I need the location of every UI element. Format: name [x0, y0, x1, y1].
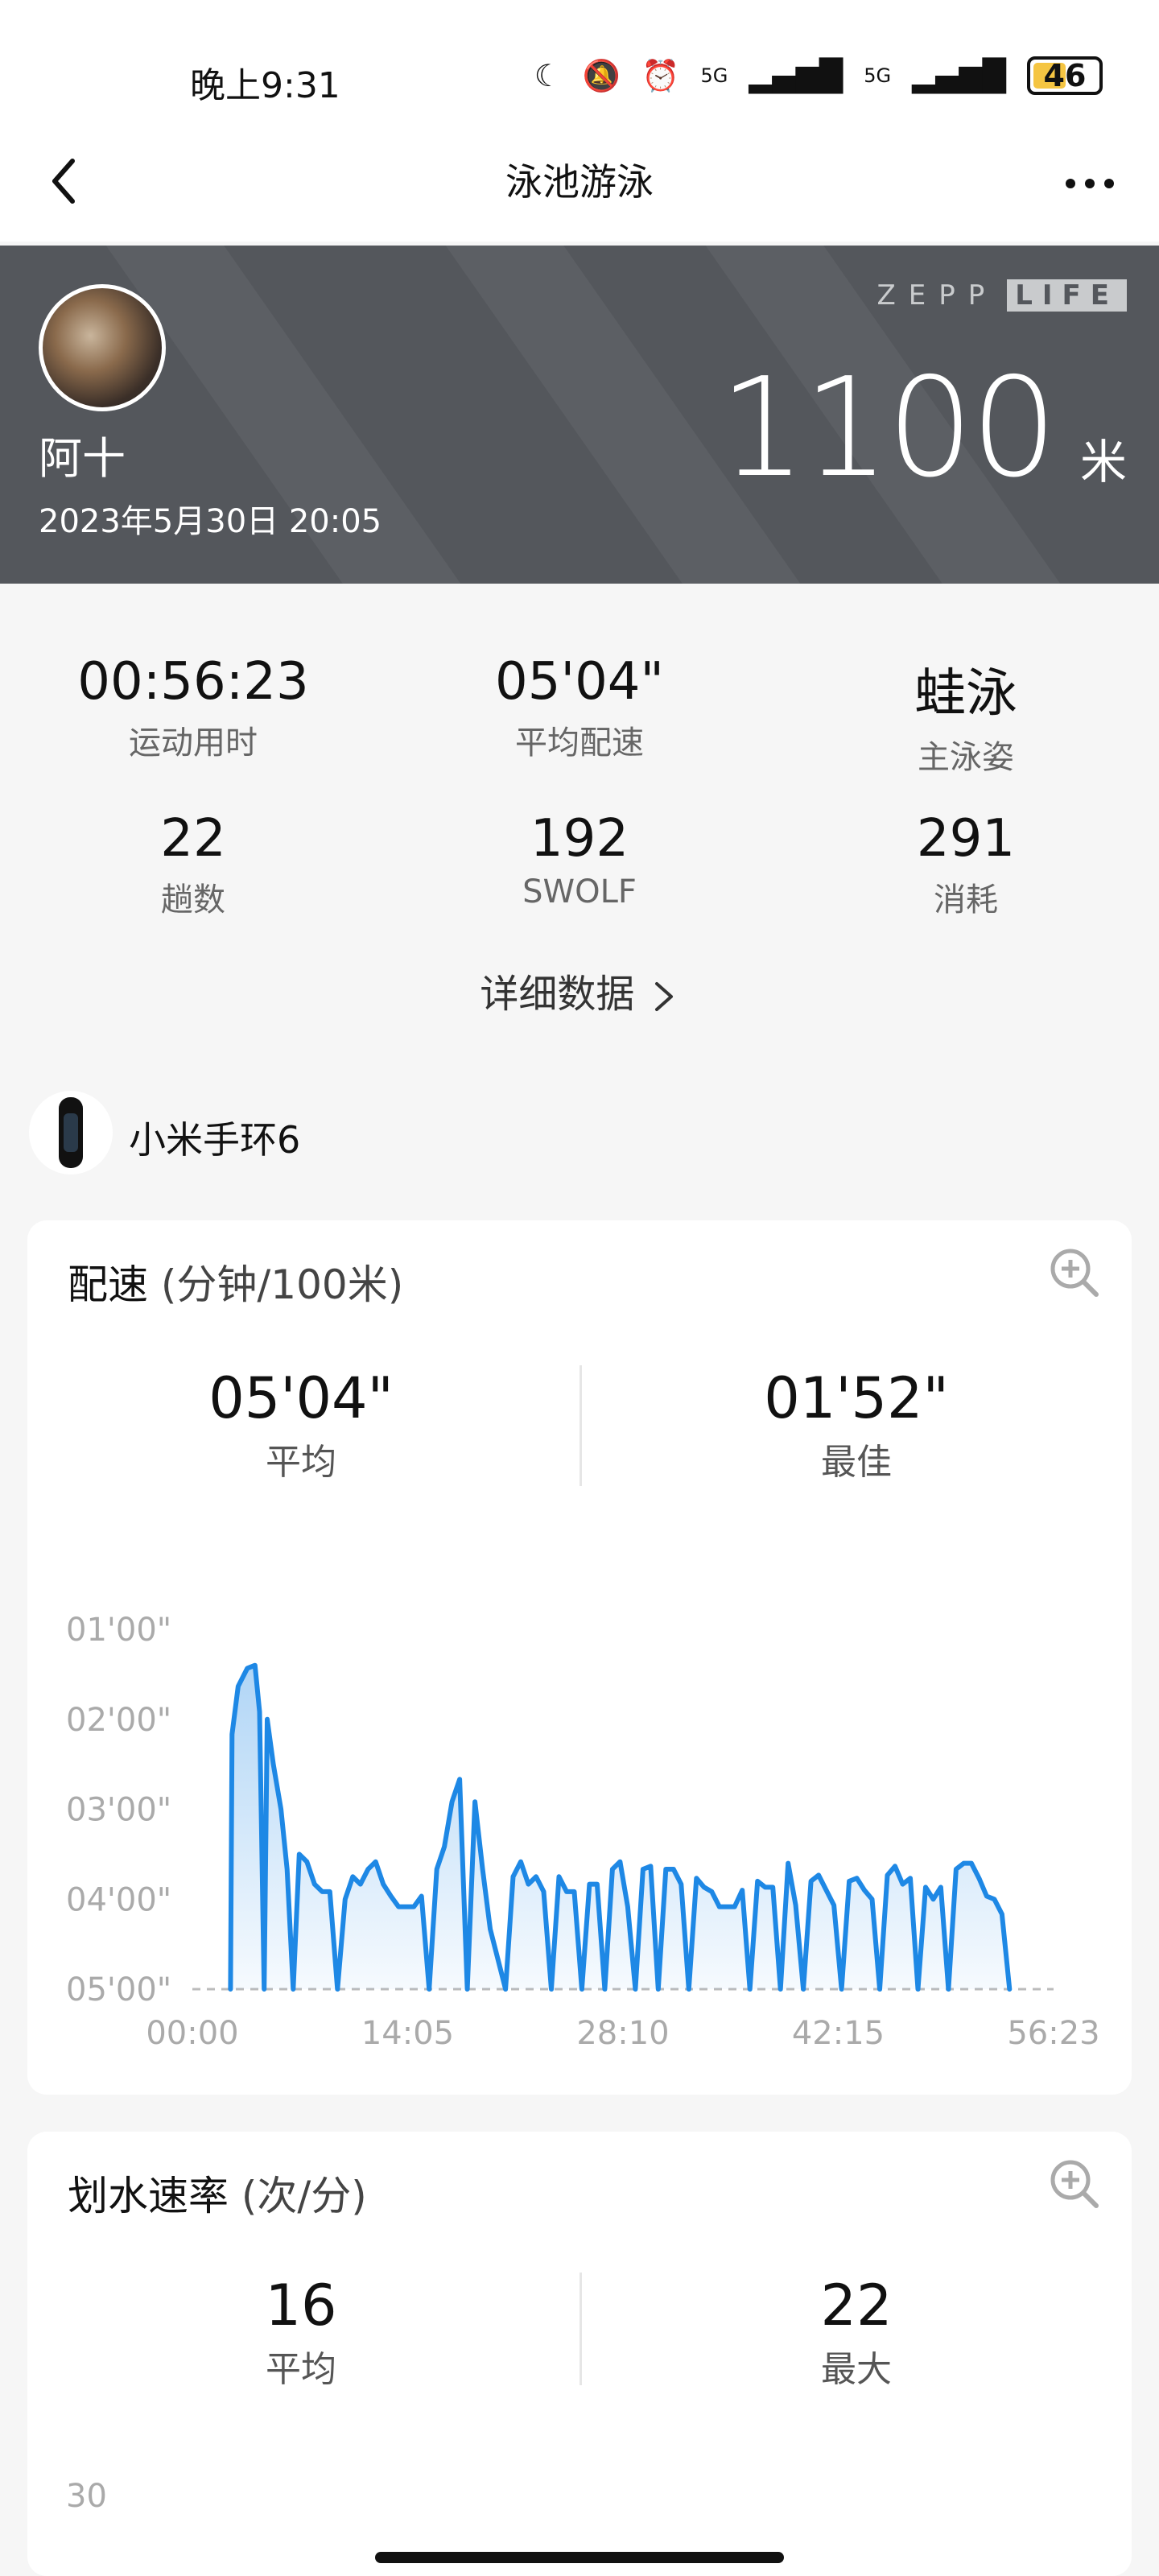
pace-card-title: 配速 (分钟/100米)	[68, 1253, 403, 1311]
signal-icon-1: ▂▄▆█	[749, 58, 843, 93]
stat-label: SWOLF	[522, 873, 637, 910]
x-tick-label: 00:00	[146, 2015, 238, 2052]
stroke-max-label: 最大	[821, 2349, 892, 2390]
page-title: 泳池游泳	[505, 160, 654, 204]
pace-best-label: 最佳	[821, 1442, 892, 1483]
stat-duration: 00:56:23 运动用时	[32, 652, 354, 763]
pace-card: 配速 (分钟/100米) 05'04" 平均 01'52" 最佳 01'00" 0…	[27, 1220, 1132, 2095]
stroke-average-value: 16	[265, 2273, 337, 2339]
alarm-icon: ⏰	[641, 57, 680, 93]
stroke-y-tick: 30	[66, 2478, 107, 2515]
stat-swolf: 192 SWOLF	[419, 809, 740, 910]
brand-zepp: ZEPP	[876, 279, 998, 312]
workout-datetime: 2023年5月30日 20:05	[39, 503, 382, 540]
pace-average: 05'04" 平均	[60, 1365, 542, 1484]
device-band-icon	[29, 1091, 113, 1174]
more-button[interactable]	[1058, 153, 1122, 209]
chevron-right-icon	[654, 982, 673, 1011]
stroke-average-label: 平均	[266, 2349, 336, 2390]
y-tick-label: 05'00"	[66, 1971, 171, 2008]
stat-value: 192	[530, 809, 629, 869]
x-tick-label: 14:05	[361, 2015, 454, 2052]
stat-laps: 22 趟数	[32, 809, 354, 920]
battery-icon: 46	[1027, 56, 1103, 95]
pace-title: 配速	[68, 1261, 148, 1308]
stroke-rate-card: 划水速率 (次/分) 16 平均 22 最大 30	[27, 2132, 1132, 2576]
y-tick-label: 02'00"	[66, 1702, 171, 1739]
stat-value: 291	[916, 809, 1016, 869]
stroke-max-value: 22	[820, 2273, 893, 2339]
x-tick-label: 42:15	[792, 2015, 885, 2052]
stat-label: 平均配速	[515, 724, 644, 762]
stroke-card-title: 划水速率 (次/分)	[68, 2164, 367, 2222]
summary-stats: 00:56:23 运动用时 05'04" 平均配速 蛙泳 主泳姿 22 趟数 1…	[0, 584, 1159, 1075]
stroke-unit: (次/分)	[241, 2173, 367, 2219]
stat-value: 蛙泳	[914, 664, 1017, 724]
brand-logo: ZEPP LIFE	[876, 279, 1127, 312]
x-tick-label: 56:23	[1007, 2015, 1099, 2052]
pace-unit: (分钟/100米)	[160, 1261, 404, 1308]
mute-bell-icon: 🔕	[582, 57, 621, 93]
zoom-in-icon	[1050, 1249, 1099, 1297]
stat-stroke: 蛙泳 主泳姿	[805, 652, 1127, 778]
network-label-1: 5G	[700, 64, 728, 87]
stat-label: 运动用时	[129, 724, 258, 762]
signal-icon-2: ▂▄▆█	[912, 58, 1006, 93]
nav-header: 泳池游泳	[0, 121, 1159, 242]
battery-text: 46	[1043, 58, 1087, 93]
network-label-2: 5G	[864, 64, 892, 87]
zoom-in-icon	[1050, 2160, 1099, 2208]
brand-life: LIFE	[1007, 279, 1127, 312]
stat-label: 消耗	[934, 881, 998, 919]
detail-link-label: 详细数据	[480, 972, 635, 1017]
status-icons: ☾ 🔕 ⏰ 5G ▂▄▆█ 5G ▂▄▆█ 46	[534, 56, 1103, 95]
x-tick-label: 28:10	[576, 2015, 669, 2052]
pace-area	[230, 1665, 1010, 1989]
y-tick-label: 04'00"	[66, 1881, 171, 1918]
stat-label: 主泳姿	[918, 739, 1014, 776]
more-dots-icon	[1066, 179, 1114, 188]
user-name: 阿十	[39, 433, 126, 484]
status-time: 晚上9:31	[190, 65, 340, 106]
pace-chart: 01'00" 02'00" 03'00" 04'00" 05'00" 00:00 14:05…	[66, 1612, 1100, 2052]
stat-value: 05'04"	[495, 652, 664, 712]
stat-calories: 291 消耗	[805, 809, 1127, 920]
pace-best-value: 01'52"	[764, 1365, 949, 1431]
pace-zoom-button[interactable]	[1046, 1245, 1103, 1301]
total-distance: 1100	[719, 349, 1058, 508]
distance-unit: 米	[1079, 435, 1127, 489]
pace-average-label: 平均	[266, 1442, 336, 1483]
workout-hero: 阿十 2023年5月30日 20:05 ZEPP LIFE 1100 米	[0, 246, 1159, 584]
stat-label: 趟数	[161, 881, 225, 919]
stroke-average: 16 平均	[60, 2273, 542, 2392]
avatar[interactable]	[39, 284, 166, 411]
stat-value: 22	[160, 809, 226, 869]
pace-best: 01'52" 最佳	[615, 1365, 1098, 1484]
stat-value: 00:56:23	[77, 652, 309, 712]
stroke-max: 22 最大	[615, 2273, 1098, 2392]
stat-avg-pace: 05'04" 平均配速	[419, 652, 740, 763]
pace-average-value: 05'04"	[208, 1365, 394, 1431]
moon-icon: ☾	[534, 58, 562, 93]
home-indicator[interactable]	[375, 2552, 784, 2563]
y-tick-label: 01'00"	[66, 1612, 171, 1649]
device-name[interactable]: 小米手环6	[129, 1111, 300, 1164]
y-tick-label: 03'00"	[66, 1792, 171, 1829]
detail-data-link[interactable]: 详细数据	[0, 962, 1159, 1018]
stroke-zoom-button[interactable]	[1046, 2156, 1103, 2212]
stroke-title: 划水速率	[68, 2173, 229, 2219]
